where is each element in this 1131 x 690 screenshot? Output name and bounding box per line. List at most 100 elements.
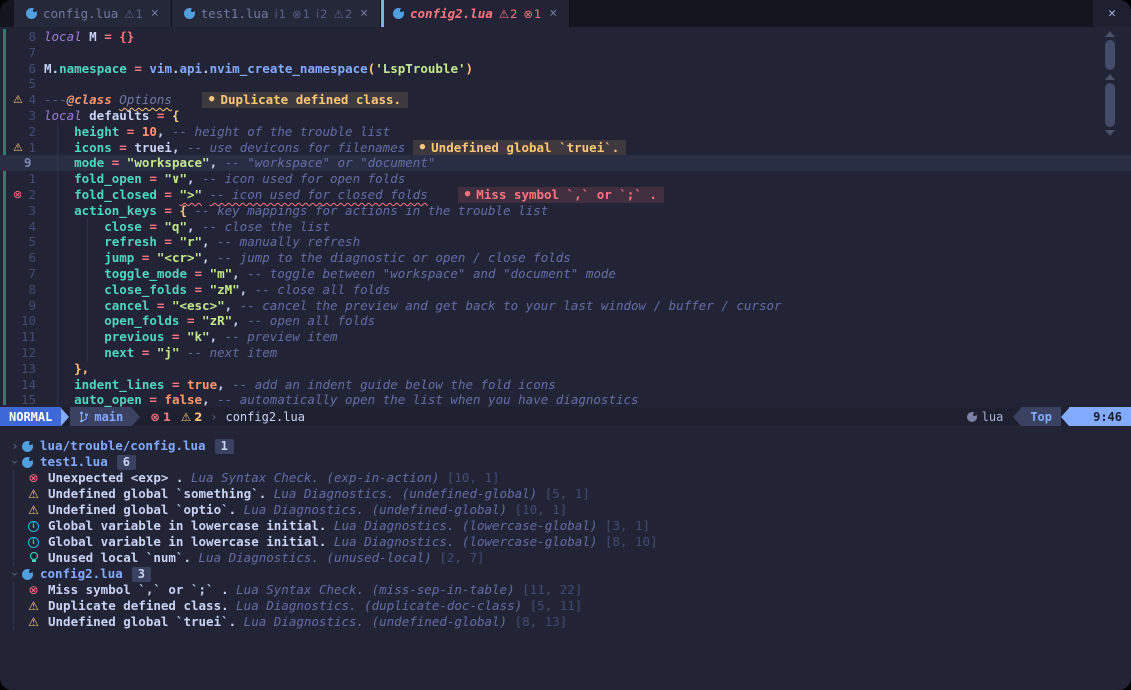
code-token: = [172, 377, 187, 393]
warn-icon-slot: ⚠ [26, 502, 41, 518]
trouble-diagnostic-row[interactable]: iGlobal variable in lowercase initial. L… [0, 534, 1131, 550]
git-branch-icon [79, 411, 89, 423]
trouble-file-row[interactable]: ›config2.lua3 [0, 566, 1131, 582]
fold-expanded-icon[interactable]: › [7, 567, 23, 581]
code-token: {} [119, 29, 134, 45]
scroll-up-icon[interactable] [1105, 74, 1115, 80]
code-line[interactable]: 10open_folds = "zR", -- open all folds [0, 313, 1131, 329]
indent-guide [44, 313, 74, 329]
diagnostic-message: Undefined global `truei`. [431, 140, 619, 156]
code-line[interactable]: 6jump = "<cr>", -- jump to the diagnosti… [0, 250, 1131, 266]
scroll-down-icon[interactable] [1105, 130, 1115, 136]
code-token: true [187, 377, 217, 393]
trouble-diagnostic-row[interactable]: ⊗Unexpected <exp> . Lua Syntax Check. (e… [0, 470, 1131, 486]
diagnostic-virtual-text: ●Undefined global `truei`. [413, 140, 627, 156]
code-line[interactable]: 15auto_open = false, -- automatically op… [0, 392, 1131, 407]
code-token: -- cancel the preview and get back to yo… [240, 298, 782, 314]
trouble-diagnostic-row[interactable]: ⚠Duplicate defined class. Lua Diagnostic… [0, 598, 1131, 614]
diag-count: 1 [136, 7, 143, 21]
line-number: 1 [22, 171, 44, 187]
code-line[interactable]: 11previous = "k", -- preview item [0, 329, 1131, 345]
code-line[interactable]: 5refresh = "r", -- manually refresh [0, 234, 1131, 250]
line-number: 13 [21, 361, 44, 377]
code-token: = [164, 187, 179, 203]
code-line[interactable]: ⊗2fold_closed = ">" -- icon used for clo… [0, 187, 1131, 203]
code-line[interactable]: ⚠1icons = truei, -- use devicons for fil… [0, 140, 1131, 156]
diagnostic-source: Lua Diagnostics. (undefined-global) [274, 486, 545, 502]
tab-config.lua[interactable]: config.lua⚠1× [14, 0, 172, 27]
code-line[interactable]: 3local defaults = { [0, 108, 1131, 124]
code-token: , [172, 140, 187, 156]
code-token: close_folds [104, 282, 194, 298]
line-number: 15 [21, 392, 44, 407]
trouble-indent-guide [13, 518, 14, 534]
trouble-diagnostic-row[interactable]: iGlobal variable in lowercase initial. L… [0, 518, 1131, 534]
scroll-up-icon[interactable] [1105, 31, 1115, 37]
code-line[interactable]: 8close_folds = "zM", -- close all folds [0, 282, 1131, 298]
code-token: { [179, 203, 194, 219]
code-line[interactable]: 6M.namespace = vim.api.nvim_create_names… [0, 61, 1131, 77]
code-token: -- manually refresh [217, 234, 360, 250]
sign-column [0, 313, 21, 329]
fold-expanded-icon[interactable]: › [7, 455, 23, 469]
lua-file-icon [26, 8, 37, 19]
powerline-separator [132, 408, 140, 426]
scrollbar-thumb[interactable] [1105, 40, 1115, 70]
close-icon[interactable]: × [360, 6, 368, 21]
tab-config2.lua[interactable]: config2.lua⚠2⊗1× [381, 0, 570, 27]
code-line[interactable]: 14indent_lines = true, -- add an indent … [0, 377, 1131, 393]
code-token: next [104, 345, 142, 361]
line-number: 7 [22, 266, 44, 282]
code-line[interactable]: ⚠4---@class Options●Duplicate defined cl… [0, 92, 1131, 108]
warning-icon: ⚠ [181, 410, 191, 424]
code-line[interactable]: 1fold_open = "∨", -- icon used for open … [0, 171, 1131, 187]
close-icon[interactable]: × [549, 6, 557, 21]
code-token: 10 [142, 124, 157, 140]
trouble-diagnostic-row[interactable]: Unused local `num`. Lua Diagnostics. (un… [0, 550, 1131, 566]
trouble-diagnostic-row[interactable]: ⚠Undefined global `something`. Lua Diagn… [0, 486, 1131, 502]
code-line[interactable]: 9mode = "workspace", -- "workspace" or "… [0, 155, 1131, 171]
code-token: -- preview item [225, 329, 338, 345]
indent-guide [44, 282, 74, 298]
trouble-diagnostic-row[interactable]: ⚠Undefined global `truei`. Lua Diagnosti… [0, 614, 1131, 630]
code-line[interactable]: 4close = "q", -- close the list [0, 219, 1131, 235]
fold-collapsed-icon[interactable]: › [8, 438, 22, 454]
code-line[interactable]: 2height = 10, -- height of the trouble l… [0, 124, 1131, 140]
code-token: ( [368, 61, 376, 77]
code-token: , [232, 266, 247, 282]
trouble-diagnostic-row[interactable]: ⊗Miss symbol `,` or `;` . Lua Syntax Che… [0, 582, 1131, 598]
indent-guide [44, 392, 74, 407]
line-number: 2 [22, 187, 44, 203]
code-line[interactable]: 13}, [0, 361, 1131, 377]
code-token: nvim_create_namespace [210, 61, 368, 77]
code-token: namespace [59, 61, 134, 77]
code-line[interactable]: 3action_keys = { -- key mappings for act… [0, 203, 1131, 219]
warn-count-icon: ⚠2 [499, 7, 518, 21]
trouble-file-row[interactable]: ›lua/trouble/config.lua1 [0, 438, 1131, 454]
indent-guide [44, 171, 74, 187]
code-line[interactable]: 7 [0, 45, 1131, 61]
trouble-diagnostic-row[interactable]: ⚠Undefined global `optio`. Lua Diagnosti… [0, 502, 1131, 518]
close-icon[interactable]: × [151, 6, 159, 21]
code-line[interactable]: 9cancel = "<esc>", -- cancel the preview… [0, 298, 1131, 314]
diagnostic-position: [11, 22] [522, 582, 582, 598]
gutter: 5 [0, 76, 44, 92]
code-token: = [164, 203, 179, 219]
code-line[interactable]: 12next = "j" -- next item [0, 345, 1131, 361]
warning-icon: ⚠ [28, 598, 39, 614]
error-icon-slot: ⊗ [26, 470, 41, 486]
gutter: 11 [0, 329, 44, 345]
trouble-file-row[interactable]: ›test1.lua6 [0, 454, 1131, 470]
code-token: . [202, 61, 210, 77]
indent-guide [74, 234, 104, 250]
scrollbar-thumb[interactable] [1105, 83, 1115, 127]
code-token: fold_closed [74, 187, 164, 203]
diagnostic-virtual-text: ●Miss symbol `,` or `;` . [458, 187, 664, 203]
gutter: 4 [0, 219, 44, 235]
tab-test1.lua[interactable]: test1.luai1⊗1i2⚠2× [172, 0, 381, 27]
error-icon: ⊗ [150, 410, 160, 424]
close-icon[interactable]: ✕ [1093, 0, 1131, 27]
code-line[interactable]: 5 [0, 76, 1131, 92]
code-line[interactable]: 8local M = {} [0, 29, 1131, 45]
code-line[interactable]: 7toggle_mode = "m", -- toggle between "w… [0, 266, 1131, 282]
